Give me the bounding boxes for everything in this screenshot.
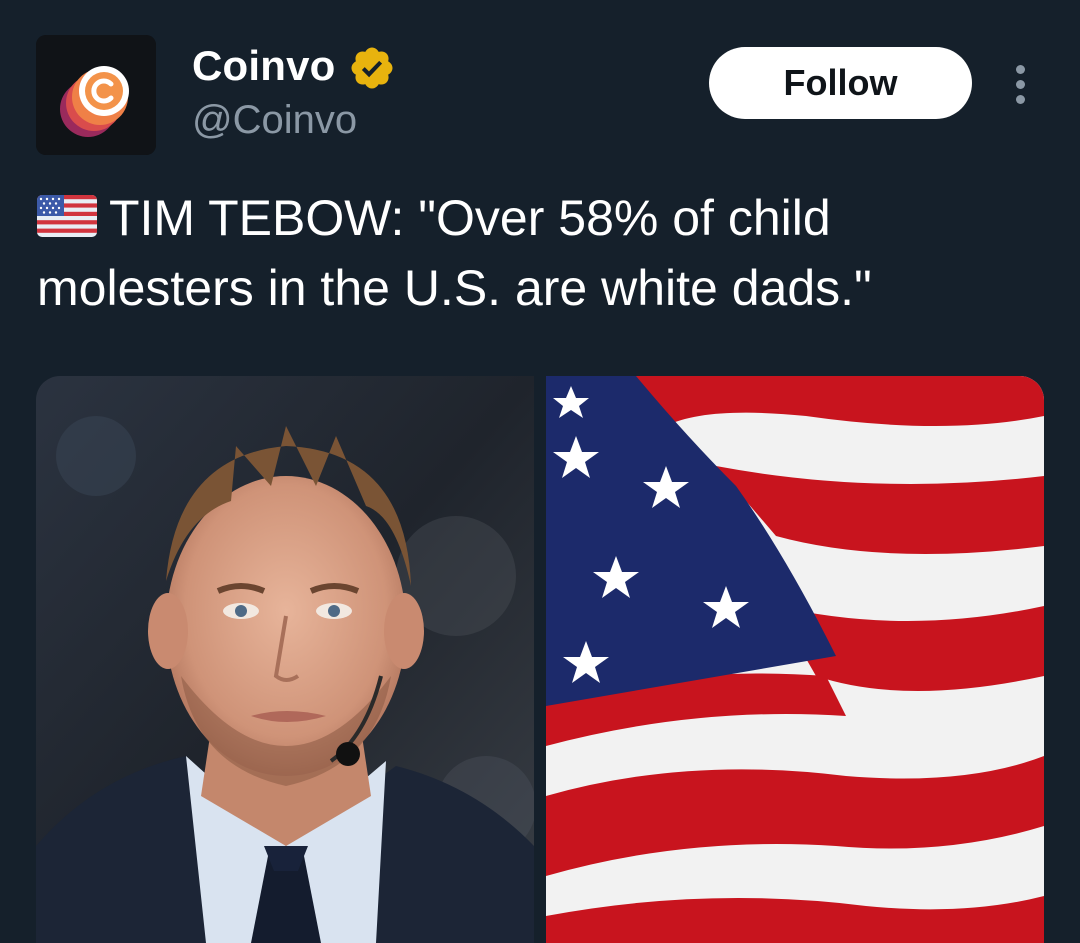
author-handle[interactable]: @Coinvo	[192, 93, 357, 147]
author-name[interactable]: Coinvo	[192, 38, 336, 94]
american-flag-photo[interactable]	[546, 376, 1044, 943]
portrait-photo[interactable]	[36, 376, 534, 943]
verified-badge-icon	[351, 47, 393, 89]
coinvo-logo-icon	[36, 35, 156, 155]
tweet-text-container: TIM TEBOW: "Over 58% of child molesters …	[37, 183, 1047, 323]
follow-button[interactable]: Follow	[709, 47, 972, 119]
more-options-icon[interactable]	[1002, 60, 1038, 110]
avatar[interactable]	[36, 35, 156, 155]
tweet-text: TIM TEBOW: "Over 58% of child molesters …	[37, 190, 872, 316]
us-flag-emoji-icon	[37, 195, 97, 237]
media-grid	[36, 376, 1044, 943]
